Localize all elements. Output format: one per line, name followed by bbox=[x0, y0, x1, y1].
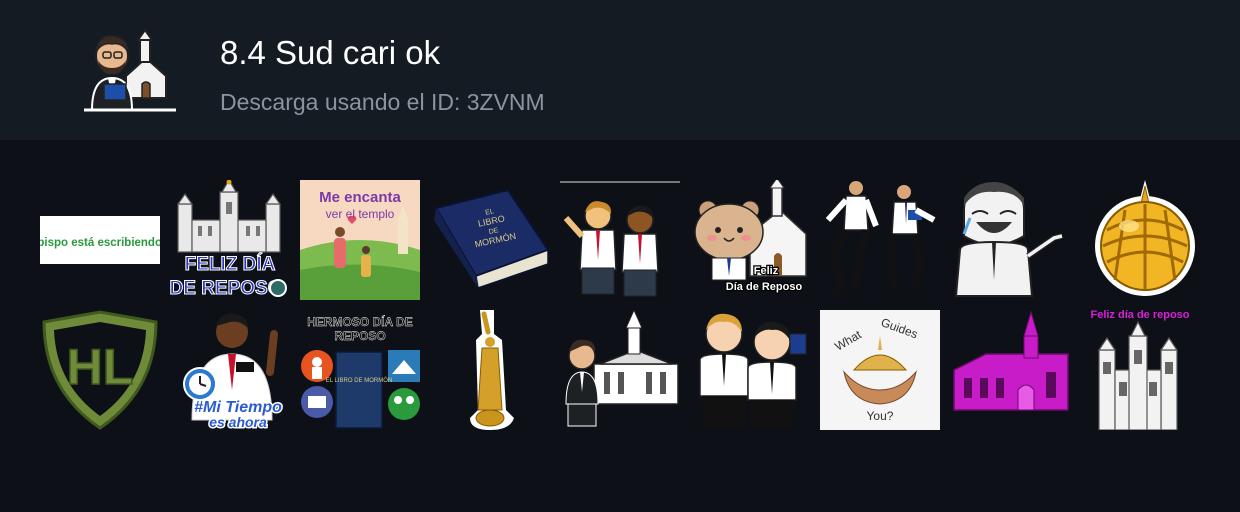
sticker-missionaries-dancing[interactable] bbox=[820, 180, 940, 300]
sticker-two-missionaries-with-book[interactable] bbox=[690, 310, 810, 430]
sticker-laughing-missionary[interactable] bbox=[950, 180, 1070, 300]
sticker-text: Me encanta bbox=[319, 189, 401, 206]
pack-header: 8.4 Sud cari ok Descarga usando el ID: 3… bbox=[0, 0, 1240, 140]
sticker-libro-de-mormon[interactable]: EL LIBRO DE MORMÓN bbox=[430, 180, 550, 300]
pack-title: 8.4 Sud cari ok bbox=[220, 34, 441, 71]
sticker-hlj-shield[interactable]: HL bbox=[40, 310, 160, 430]
sticker-obispo-escribiendo[interactable]: Obispo está escribiendo... bbox=[40, 180, 160, 300]
sticker-text: Día de Reposo bbox=[726, 281, 803, 293]
sticker-gold-globe[interactable] bbox=[1085, 180, 1205, 300]
sticker-grid: Obispo está escribiendo... FELIZ DÍA DE … bbox=[0, 140, 1240, 512]
sticker-two-missionaries-waving[interactable] bbox=[560, 180, 680, 300]
sticker-bear-feliz-dia-de-reposo[interactable]: Feliz Día de Reposo bbox=[690, 180, 810, 300]
sticker-feliz-dia-de-reposo-magenta[interactable]: Feliz día de reposo bbox=[1085, 310, 1205, 430]
sticker-magenta-chapel[interactable] bbox=[950, 310, 1070, 430]
sticker-text: HERMOSO DÍA DE bbox=[307, 314, 413, 329]
sticker-feliz-dia-de-reposo-temple[interactable]: FELIZ DÍA DE REPOSO bbox=[170, 180, 290, 300]
sticker-text: HL bbox=[67, 339, 134, 395]
sticker-hermoso-dia-de-reposo[interactable]: HERMOSO DÍA DE REPOSO EL LIBRO DE MORMÓN bbox=[300, 310, 420, 430]
sticker-text: ver el templo bbox=[326, 207, 395, 221]
sticker-text: You? bbox=[867, 409, 894, 423]
sticker-text: FELIZ DÍA bbox=[185, 253, 276, 275]
sticker-angel-moroni-statue[interactable] bbox=[430, 310, 550, 430]
missionary-temple-avatar-icon bbox=[84, 28, 176, 112]
sticker-me-encanta-ver-el-templo[interactable]: Me encanta ver el templo bbox=[300, 180, 420, 300]
sticker-text: DE REPOSO bbox=[170, 278, 282, 299]
sticker-missionary-with-temple[interactable] bbox=[560, 310, 680, 430]
sticker-text: Feliz bbox=[754, 265, 779, 277]
pack-avatar bbox=[80, 28, 180, 112]
sticker-text: Obispo está escribiendo... bbox=[40, 237, 160, 249]
sticker-what-guides-you[interactable]: What Guides You? bbox=[820, 310, 940, 430]
sticker-text: REPOSO bbox=[334, 329, 385, 343]
sticker-text: EL LIBRO DE MORMÓN bbox=[326, 377, 392, 384]
sticker-mi-tiempo-es-ahora[interactable]: #Mi Tiempo es ahora bbox=[170, 310, 290, 430]
sticker-text: Feliz día de reposo bbox=[1090, 310, 1189, 321]
sticker-text: es ahora bbox=[209, 414, 267, 430]
pack-download-id: Descarga usando el ID: 3ZVNM bbox=[220, 89, 545, 115]
